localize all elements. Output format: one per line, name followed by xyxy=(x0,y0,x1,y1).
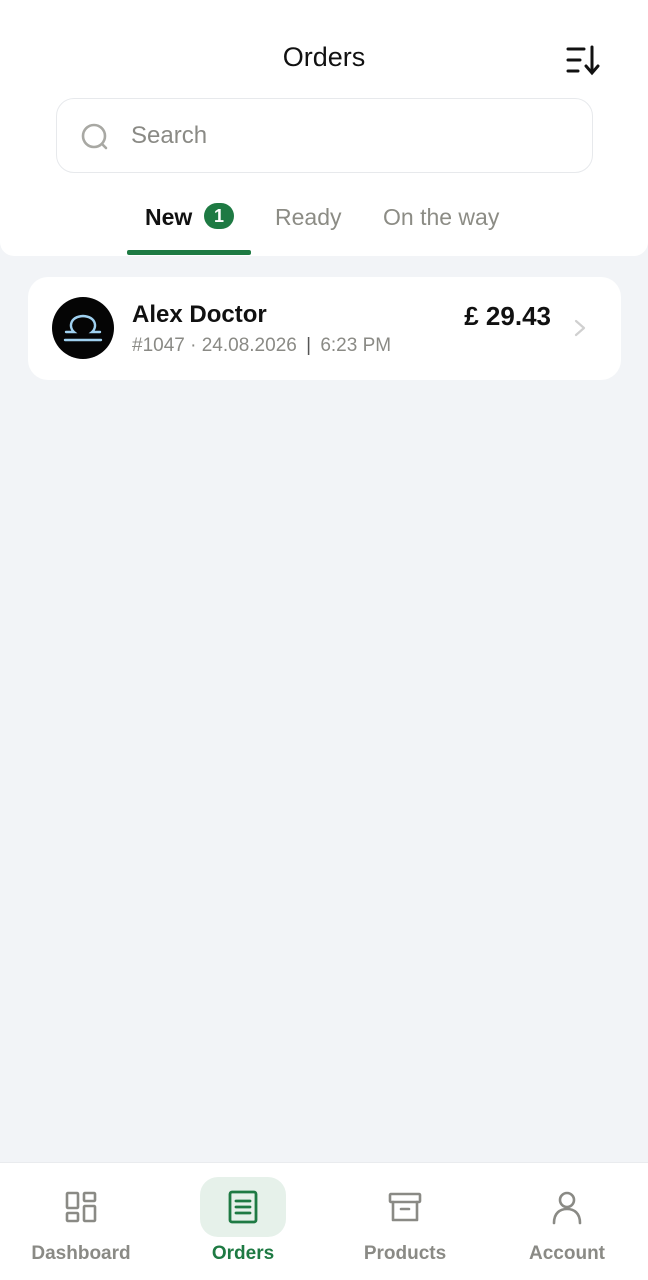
meta-separator: | xyxy=(306,335,312,356)
tab-ready[interactable]: Ready xyxy=(275,204,341,264)
order-time: 6:23 PM xyxy=(320,335,392,356)
nav-account-label: Account xyxy=(529,1243,605,1264)
orders-icon xyxy=(228,1190,258,1224)
order-price: £ 29.43 xyxy=(464,301,551,331)
bottom-navigation: Dashboard Orders Products Account xyxy=(0,1162,648,1280)
active-tab-indicator xyxy=(127,250,251,255)
search-input[interactable] xyxy=(131,117,571,155)
libra-icon xyxy=(63,314,103,342)
nav-account[interactable]: Account xyxy=(486,1163,648,1280)
order-card[interactable]: Alex Doctor #1047 · 24.08.2026 | 6:23 PM… xyxy=(28,277,621,380)
sort-button[interactable] xyxy=(562,40,604,82)
search-icon xyxy=(81,123,108,150)
customer-name: Alex Doctor xyxy=(132,301,267,328)
tab-on-the-way[interactable]: On the way xyxy=(383,204,499,264)
order-status-tabs: New 1 Ready On the way xyxy=(0,196,648,256)
header: Orders New 1 Ready On the way xyxy=(0,0,648,256)
order-meta: #1047 · 24.08.2026 | 6:23 PM xyxy=(132,335,391,357)
order-date: 24.08.2026 xyxy=(201,335,297,356)
nav-orders-label: Orders xyxy=(211,1243,275,1264)
chevron-right-icon xyxy=(574,319,586,337)
archive-box-icon xyxy=(388,1192,422,1222)
nav-dashboard-label: Dashboard xyxy=(31,1243,131,1264)
nav-products-label: Products xyxy=(363,1243,447,1264)
nav-products[interactable]: Products xyxy=(324,1163,486,1280)
new-count-badge: 1 xyxy=(204,203,234,229)
user-icon xyxy=(552,1191,582,1225)
search-bar[interactable] xyxy=(56,98,593,173)
meta-dot: · xyxy=(190,335,202,356)
tab-new-label: New xyxy=(145,204,193,230)
order-id: #1047 xyxy=(132,335,185,356)
customer-avatar xyxy=(52,297,114,359)
page-title: Orders xyxy=(282,42,366,72)
nav-orders[interactable]: Orders xyxy=(162,1163,324,1280)
nav-dashboard[interactable]: Dashboard xyxy=(0,1163,162,1280)
dashboard-icon xyxy=(65,1191,97,1223)
sort-descending-icon xyxy=(566,45,600,76)
tab-new[interactable]: New 1 xyxy=(127,196,251,256)
